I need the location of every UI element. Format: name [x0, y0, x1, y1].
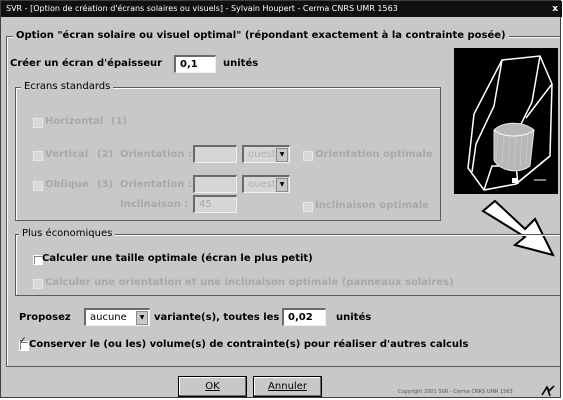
horizontal-checkbox[interactable] — [33, 118, 43, 128]
window-title: SVR - [Option de création d'écrans solai… — [6, 4, 398, 13]
close-button[interactable]: x — [552, 1, 558, 17]
vertical-optimal-label: Orientation optimale — [315, 149, 433, 160]
inclination-optimal-label: Inclinaison optimale — [315, 200, 429, 211]
checkmark-icon: ✓ — [19, 336, 27, 346]
vertical-direction-select[interactable]: ouest ▼ — [242, 145, 290, 163]
optimal-size-label: Calculer une taille optimale (écran le p… — [42, 253, 313, 264]
ok-button-label: OK — [205, 381, 220, 392]
vertical-orientation-label: Orientation : — [120, 149, 192, 160]
propose-label: Proposez — [19, 312, 71, 323]
logo-icon — [541, 385, 555, 397]
standards-legend: Ecrans standards — [21, 81, 114, 92]
copyright-text: Copyright 2001 SVR - Cerma CNRS UMR 1563 — [398, 389, 513, 395]
oblique-checkbox[interactable] — [33, 181, 43, 191]
cancel-button-label: Annuler — [268, 381, 307, 392]
thickness-input[interactable]: 0,1 — [174, 55, 216, 73]
propose-unit: unités — [336, 312, 372, 323]
main-group-legend: Option "écran solaire ou visuel optimal"… — [13, 30, 509, 41]
chevron-down-icon[interactable]: ▼ — [136, 311, 148, 325]
oblique-direction-value: ouest — [248, 179, 276, 190]
step-input[interactable]: 0,02 — [282, 308, 326, 326]
thickness-unit: unités — [223, 58, 259, 69]
vertical-label: Vertical — [45, 149, 89, 160]
optimal-orientation-checkbox[interactable] — [33, 279, 43, 289]
dialog-window: SVR - [Option de création d'écrans solai… — [0, 0, 562, 398]
thickness-label: Créer un écran d'épaisseur — [10, 58, 163, 69]
shading-screen-icon — [467, 55, 553, 191]
oblique-label: Oblique — [45, 179, 89, 190]
horizontal-num: (1) — [111, 116, 128, 127]
title-bar: SVR - [Option de création d'écrans solai… — [1, 1, 562, 17]
vertical-num: (2) — [97, 149, 114, 160]
vertical-optimal-checkbox[interactable] — [303, 151, 313, 161]
variants-value: aucune — [90, 312, 127, 323]
cancel-button[interactable]: Annuler — [253, 376, 322, 397]
inclination-optimal-checkbox[interactable] — [303, 202, 313, 212]
economic-legend: Plus économiques — [19, 228, 116, 239]
oblique-orientation-label: Orientation : — [120, 179, 192, 190]
vertical-orientation-input[interactable] — [193, 145, 237, 163]
oblique-inclination-input[interactable]: 45 — [193, 195, 237, 213]
oblique-direction-select[interactable]: ouest ▼ — [242, 175, 290, 193]
propose-mid-label: variante(s), toutes les — [154, 312, 280, 323]
ok-button[interactable]: OK — [178, 376, 247, 397]
chevron-down-icon[interactable]: ▼ — [276, 178, 288, 192]
vertical-direction-value: ouest — [248, 149, 276, 160]
keep-volumes-label: Conserver le (ou les) volume(s) de contr… — [29, 339, 469, 350]
horizontal-label: Horizontal — [45, 116, 104, 127]
oblique-inclination-label: Inclinaison : — [120, 199, 189, 210]
optimal-orientation-label: Calculer une orientation et une inclinai… — [45, 277, 454, 288]
vertical-checkbox[interactable] — [33, 151, 43, 161]
chevron-down-icon[interactable]: ▼ — [276, 148, 288, 162]
oblique-orientation-input[interactable] — [193, 175, 237, 193]
variants-select[interactable]: aucune ▼ — [84, 308, 150, 326]
screen-preview-image — [454, 48, 558, 194]
oblique-num: (3) — [97, 179, 114, 190]
